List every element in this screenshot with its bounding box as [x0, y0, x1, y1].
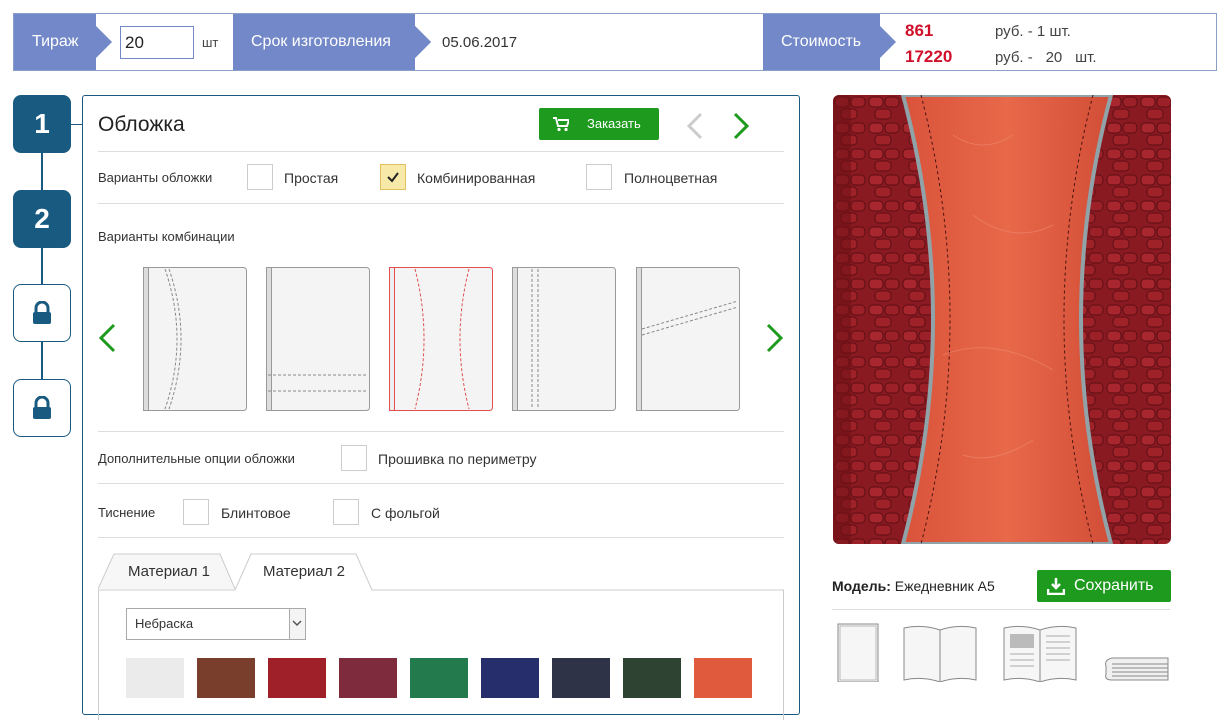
cover-preview-image: [833, 95, 1171, 544]
view-open-book-pages-icon[interactable]: [1002, 622, 1078, 682]
view-open-book-icon[interactable]: [902, 622, 978, 682]
step-connector: [41, 153, 43, 191]
circulation-unit: шт: [202, 35, 219, 50]
material-color-swatch[interactable]: [552, 658, 610, 698]
model-info: Модель: Ежедневник А5: [832, 578, 995, 594]
price-per-unit: 861: [905, 21, 934, 40]
model-label: Модель:: [832, 578, 891, 594]
divider: [98, 203, 784, 204]
combination-option-2[interactable]: [266, 267, 370, 411]
material-color-swatch[interactable]: [481, 658, 539, 698]
perimeter-stitch-label: Прошивка по периметру: [378, 451, 537, 467]
step-1[interactable]: 1: [13, 95, 71, 153]
step-3-locked: [13, 284, 71, 342]
material-color-swatch[interactable]: [126, 658, 184, 698]
circulation-label: Тираж: [14, 14, 112, 70]
checkmark-icon: [387, 172, 399, 183]
foil-emboss-label: С фольгой: [371, 505, 440, 521]
combo-prev-arrow-icon[interactable]: [97, 323, 117, 353]
material-color-swatch[interactable]: [694, 658, 752, 698]
prev-step-arrow-icon[interactable]: [683, 112, 705, 140]
embossing-label: Тиснение: [98, 505, 156, 520]
circulation-label-text: Тираж: [32, 33, 79, 50]
simple-cover-label: Простая: [284, 170, 339, 186]
model-value: Ежедневник А5: [894, 578, 995, 594]
foil-emboss-checkbox[interactable]: [333, 499, 359, 525]
combination-label: Варианты комбинации: [98, 229, 235, 244]
step-connector: [41, 247, 43, 285]
material-color-swatch[interactable]: [197, 658, 255, 698]
divider: [98, 483, 784, 484]
fullcolor-cover-checkbox[interactable]: [586, 164, 612, 190]
blind-emboss-label: Блинтовое: [221, 505, 291, 521]
tab-material-2[interactable]: Материал 2: [251, 553, 357, 591]
order-button-label: Заказать: [587, 116, 641, 131]
material-color-swatch[interactable]: [410, 658, 468, 698]
step-4-locked: [13, 379, 71, 437]
step-connector: [41, 341, 43, 379]
material-color-swatch[interactable]: [339, 658, 397, 698]
simple-cover-checkbox[interactable]: [247, 164, 273, 190]
tab-panel-border: [783, 590, 784, 720]
tab-panel-border: [98, 590, 99, 720]
chevron-down-icon: [289, 609, 305, 639]
combination-option-5[interactable]: [636, 267, 740, 411]
price-total-suffix: шт.: [1075, 49, 1097, 66]
cost-label: Стоимость: [763, 14, 896, 70]
price-total: 17220: [905, 47, 953, 66]
cart-icon: [553, 117, 569, 132]
material-color-swatch[interactable]: [268, 658, 326, 698]
divider: [98, 151, 784, 152]
download-icon: [1047, 578, 1065, 595]
tab-material-1[interactable]: Материал 1: [116, 553, 222, 591]
fullcolor-cover-label: Полноцветная: [624, 170, 718, 186]
divider: [832, 609, 1170, 610]
price-total-prefix: руб. -: [995, 49, 1033, 66]
perimeter-stitch-checkbox[interactable]: [341, 445, 367, 471]
combined-cover-checkbox[interactable]: [380, 164, 406, 190]
order-button[interactable]: Заказать: [539, 108, 659, 140]
material-select[interactable]: Небраска: [126, 608, 306, 640]
divider: [98, 431, 784, 432]
combination-option-4[interactable]: [512, 267, 616, 411]
panel-title: Обложка: [98, 113, 185, 136]
blind-emboss-checkbox[interactable]: [183, 499, 209, 525]
combo-next-arrow-icon[interactable]: [765, 323, 785, 353]
deadline-label: Срок изготовления: [233, 14, 431, 70]
material-select-value: Небраска: [135, 616, 194, 631]
deadline-label-text: Срок изготовления: [251, 33, 391, 50]
circulation-input[interactable]: 20: [120, 26, 194, 59]
save-button-label: Сохранить: [1074, 577, 1154, 594]
cover-panel: Обложка Заказать Варианты обложки Проста…: [82, 95, 800, 720]
save-button[interactable]: Сохранить: [1037, 570, 1171, 602]
next-step-arrow-icon[interactable]: [731, 112, 753, 140]
step-2[interactable]: 2: [13, 190, 71, 248]
view-closed-book-icon[interactable]: [836, 622, 880, 682]
top-summary-bar: Тираж 20 шт Срок изготовления 05.06.2017…: [13, 13, 1217, 71]
price-total-qty: 20: [1045, 49, 1063, 66]
deadline-value: 05.06.2017: [442, 34, 518, 51]
price-total-note: руб. - 20 шт.: [995, 49, 1097, 66]
extra-options-label: Дополнительные опции обложки: [98, 451, 295, 466]
combined-cover-label: Комбинированная: [417, 170, 536, 186]
cover-variants-label: Варианты обложки: [98, 170, 213, 185]
lock-icon: [33, 396, 51, 419]
combination-option-3-selected[interactable]: [389, 267, 493, 411]
divider: [98, 537, 784, 538]
price-per-unit-note: руб. - 1 шт.: [995, 23, 1071, 40]
combination-option-1[interactable]: [143, 267, 247, 411]
cost-label-text: Стоимость: [781, 33, 862, 50]
view-book-side-icon[interactable]: [1102, 622, 1172, 682]
material-color-swatch[interactable]: [623, 658, 681, 698]
lock-icon: [33, 301, 51, 324]
